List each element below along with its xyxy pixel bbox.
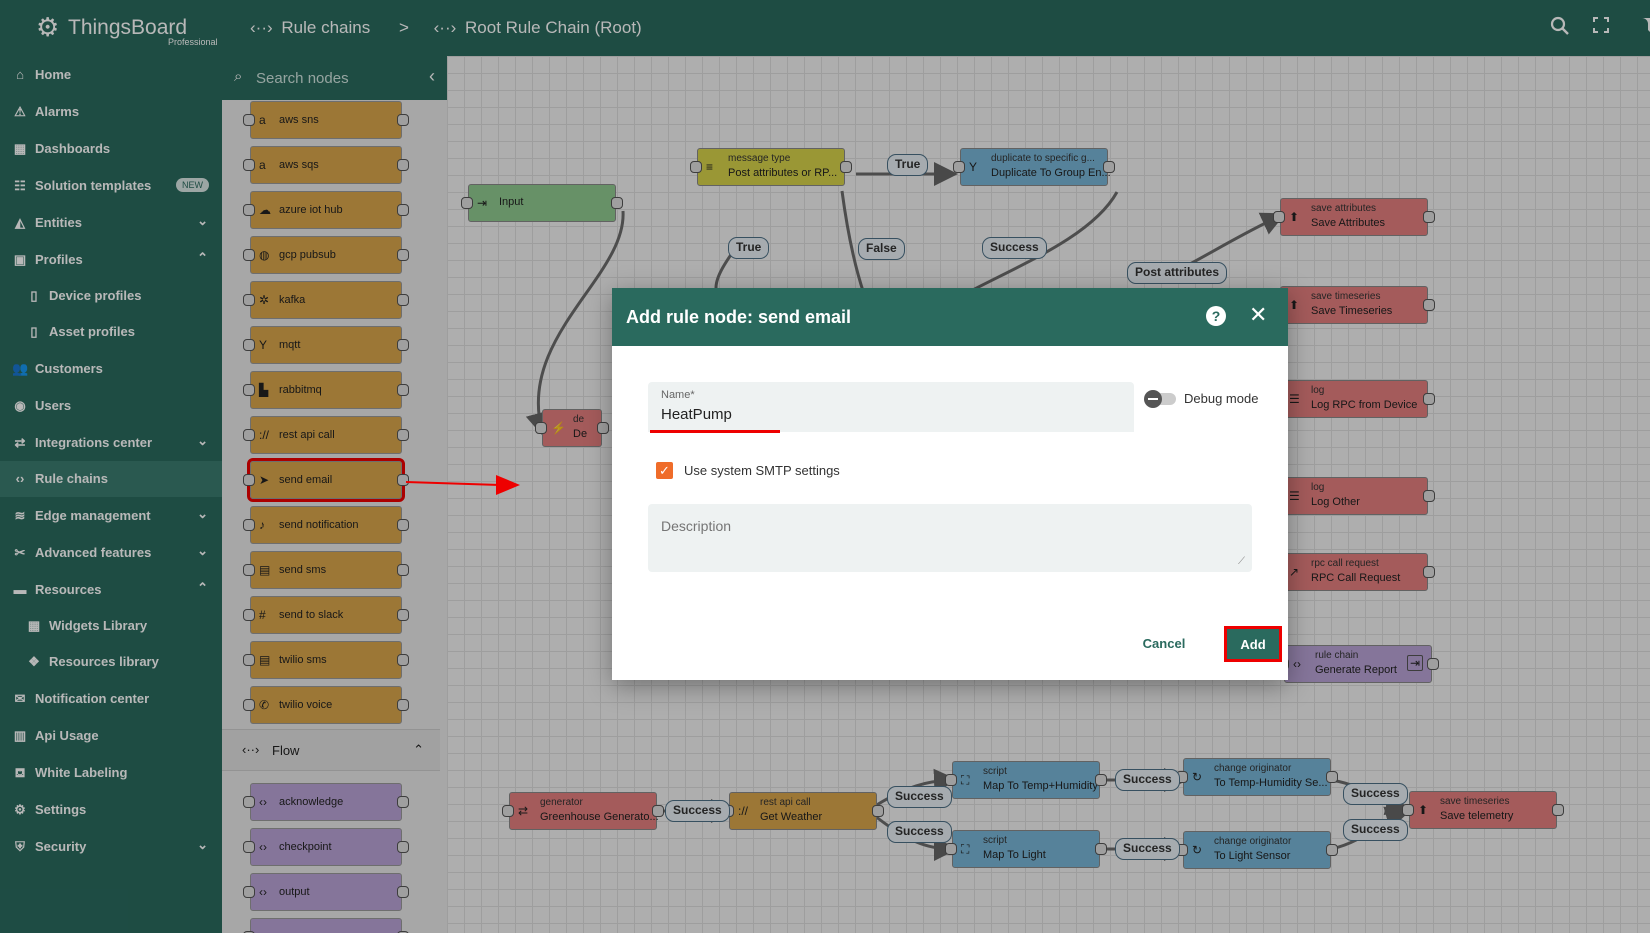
add-rule-node-dialog: Add rule node: send email ? ✕ Name* Debu… <box>612 288 1288 680</box>
annotation-underline <box>650 430 780 433</box>
use-system-smtp-checkbox[interactable]: ✓ Use system SMTP settings <box>656 460 956 482</box>
smtp-label: Use system SMTP settings <box>684 463 840 478</box>
resize-handle-icon[interactable]: ⟋ <box>1238 556 1245 567</box>
description-textarea[interactable] <box>648 504 1252 572</box>
add-button[interactable]: Add <box>1224 626 1282 662</box>
name-field[interactable]: Name* <box>648 382 1134 432</box>
name-input[interactable] <box>661 406 1101 423</box>
toggle-knob-icon <box>1144 390 1162 408</box>
close-icon[interactable]: ✕ <box>1249 302 1267 328</box>
debug-mode-label: Debug mode <box>1184 391 1259 406</box>
name-field-label: Name* <box>661 389 695 401</box>
cancel-button[interactable]: Cancel <box>1138 628 1190 658</box>
dialog-header: Add rule node: send email ? ✕ <box>612 288 1288 346</box>
help-icon[interactable]: ? <box>1206 306 1226 326</box>
checkbox-checked-icon[interactable]: ✓ <box>656 462 673 479</box>
debug-mode-toggle[interactable]: Debug mode <box>1144 388 1284 410</box>
dialog-title: Add rule node: send email <box>626 307 852 327</box>
